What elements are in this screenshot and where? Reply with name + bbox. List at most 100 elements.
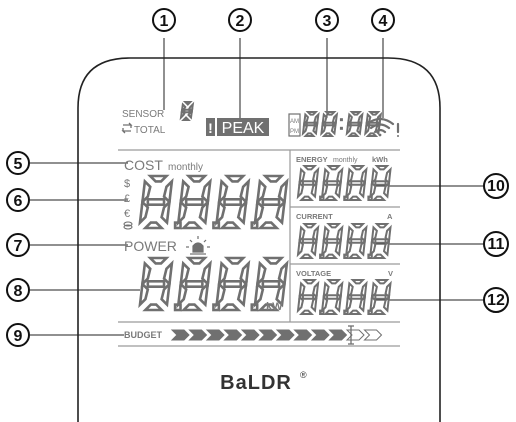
digit-segment <box>147 256 170 265</box>
brand-logo: BaLDR <box>220 372 292 394</box>
digit-segment <box>257 221 280 230</box>
callout-badge-9: 9 <box>6 323 30 347</box>
digit-segment <box>218 303 242 312</box>
cost-monthly-label: monthly <box>168 162 203 173</box>
callout-number: 7 <box>14 238 23 255</box>
device-diagram: 1 2 3 4 5 6 7 8 9 10 11 12 SENSOR TOTAL … <box>6 8 509 422</box>
digit-segment <box>374 294 387 300</box>
energy-digits <box>296 165 392 202</box>
digit-segment <box>350 279 366 285</box>
digit-segment <box>365 132 379 137</box>
budget-chevron <box>240 329 260 341</box>
digit-segment <box>301 238 315 244</box>
digit-segment <box>371 253 387 259</box>
digit-segment <box>223 174 247 183</box>
digit-segment <box>321 132 335 137</box>
callout-number: 4 <box>379 13 388 30</box>
digit-segment <box>350 180 363 186</box>
digit-segment <box>182 101 193 106</box>
budget-chevron <box>205 329 225 341</box>
digit-segment <box>347 309 363 315</box>
budget-chevron <box>188 329 208 341</box>
digit-segment <box>305 121 316 127</box>
digit-segment <box>261 280 281 288</box>
digit-segment <box>374 165 390 171</box>
digit-segment <box>146 198 166 206</box>
voltage-unit: V <box>388 269 393 278</box>
colon-segment <box>339 118 343 122</box>
budget-chevron <box>310 329 330 341</box>
power-label: POWER <box>124 238 177 254</box>
coin-stack-icon <box>123 221 133 230</box>
colon-segment <box>339 126 343 130</box>
digit-segment <box>323 309 339 315</box>
digit-segment <box>180 221 204 230</box>
digit-segment <box>184 198 204 206</box>
digit-segment <box>181 116 191 121</box>
digit-segment <box>302 223 318 229</box>
cost-label: COST <box>124 157 163 173</box>
digit-segment <box>349 111 363 116</box>
budget-chevron <box>363 329 383 341</box>
digit-segment <box>142 221 165 230</box>
digit-segment <box>323 195 339 201</box>
clock-display <box>301 111 383 137</box>
digit-segment <box>184 280 204 288</box>
digit-segment <box>374 238 387 244</box>
digit-segment <box>323 253 339 259</box>
digit-segment <box>350 223 366 229</box>
digit-segment <box>367 111 381 116</box>
digit-segment <box>302 165 318 171</box>
digit-segment <box>349 121 360 127</box>
digit-segment <box>347 132 360 137</box>
budget-bar <box>170 329 383 341</box>
current-digits <box>296 223 392 260</box>
digit-segment <box>223 256 247 265</box>
callout-number: 1 <box>160 13 169 30</box>
callout-badge-6: 6 <box>6 188 30 212</box>
callout-number: 12 <box>487 292 505 309</box>
digit-segment <box>301 180 315 186</box>
callout-badge-4: 4 <box>371 8 395 32</box>
digit-segment <box>347 253 363 259</box>
digit-segment <box>261 198 281 206</box>
digit-segment <box>223 280 243 288</box>
digit-segment <box>371 309 387 315</box>
digit-segment <box>305 111 319 116</box>
digit-segment <box>326 238 339 244</box>
digit-segment <box>347 195 363 201</box>
budget-label: BUDGET <box>124 330 163 340</box>
current-unit: A <box>387 212 393 221</box>
digit-segment <box>147 174 170 183</box>
digit-segment <box>223 198 243 206</box>
digit-segment <box>298 195 315 201</box>
callout-number: 10 <box>487 178 505 195</box>
budget-chevron <box>258 329 278 341</box>
callout-number: 3 <box>323 13 332 30</box>
voltage-label: VOLTAGE <box>296 269 331 278</box>
digit-segment <box>326 294 339 300</box>
power-unit: kW <box>266 301 283 313</box>
budget-chevron <box>223 329 243 341</box>
digit-segment <box>326 165 342 171</box>
total-icon <box>121 122 133 134</box>
callout-badge-12: 12 <box>483 287 509 313</box>
digit-segment <box>350 165 366 171</box>
digit-segment <box>326 180 339 186</box>
callout-number: 6 <box>14 193 23 210</box>
sensor-digit <box>179 101 195 121</box>
peak-indicator: ! PEAK <box>206 118 269 137</box>
digit-segment <box>350 238 363 244</box>
callout-badge-1: 1 <box>152 8 176 32</box>
callout-number: 11 <box>488 236 505 253</box>
callout-number: 5 <box>14 156 23 173</box>
digit-segment <box>185 174 208 183</box>
digit-segment <box>374 223 390 229</box>
cost-digits <box>138 174 289 230</box>
digit-segment <box>218 221 242 230</box>
currency-dollar: $ <box>124 178 130 190</box>
budget-chevron <box>293 329 313 341</box>
callout-badge-2: 2 <box>228 8 252 32</box>
callout-badge-5: 5 <box>6 151 30 175</box>
total-label: TOTAL <box>134 125 166 136</box>
